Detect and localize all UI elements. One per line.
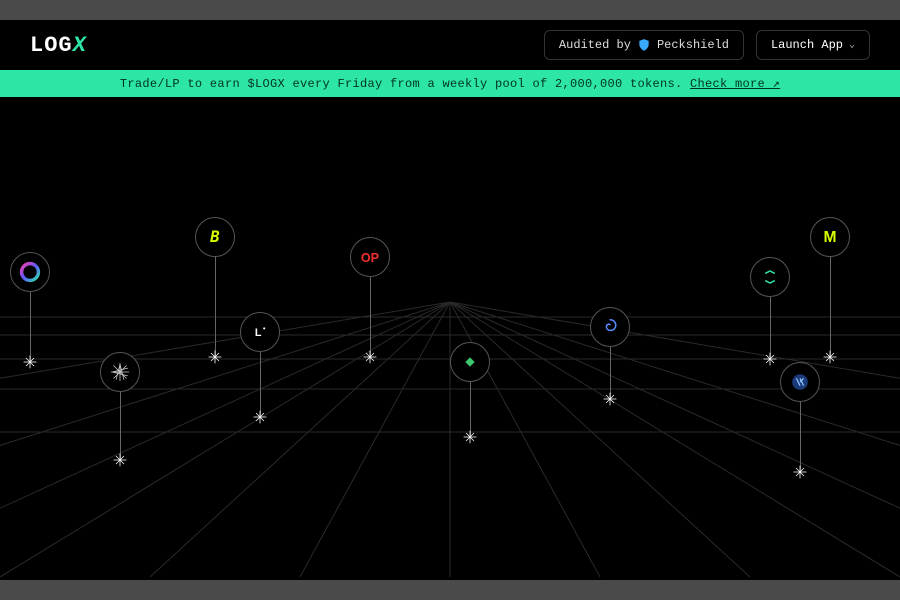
- node-stem: [30, 292, 31, 362]
- chain-node-op: OP: [350, 237, 390, 357]
- banner-text: Trade/LP to earn $LOGX every Friday from…: [120, 77, 683, 91]
- launch-label: Launch App: [771, 38, 843, 52]
- diamond-green-icon[interactable]: [450, 342, 490, 382]
- auditor-name: Peckshield: [657, 38, 729, 52]
- mantle-m-icon[interactable]: M: [810, 217, 850, 257]
- banner-link[interactable]: Check more ↗: [690, 77, 780, 91]
- chain-node-starburst: [100, 352, 140, 460]
- ring-rainbow-icon[interactable]: [10, 252, 50, 292]
- chain-node-swirl: [590, 307, 630, 399]
- audited-prefix: Audited by: [559, 38, 631, 52]
- brand-accent: X: [73, 33, 87, 58]
- svg-text:B: B: [209, 228, 219, 246]
- op-icon[interactable]: OP: [350, 237, 390, 277]
- node-stem: [800, 402, 801, 472]
- chain-node-hex-ll: L: [240, 312, 280, 417]
- chain-node-cube-green: [750, 257, 790, 359]
- shield-blue-icon[interactable]: [780, 362, 820, 402]
- audited-badge[interactable]: Audited by Peckshield: [544, 30, 744, 60]
- chain-node-ring-rainbow: [10, 252, 50, 362]
- swirl-icon[interactable]: [590, 307, 630, 347]
- svg-text:M: M: [824, 229, 837, 246]
- node-stem: [370, 277, 371, 357]
- node-stem: [830, 257, 831, 357]
- chain-node-shield-blue: [780, 362, 820, 472]
- promo-banner: Trade/LP to earn $LOGX every Friday from…: [0, 70, 900, 97]
- svg-text:L: L: [255, 327, 262, 339]
- node-stem: [770, 297, 771, 359]
- brand-name: LOG: [30, 33, 73, 58]
- brand-logo: LOGX: [30, 33, 87, 58]
- header: LOGX Audited by Peckshield Launch App ⌄: [0, 20, 900, 70]
- starburst-icon[interactable]: [100, 352, 140, 392]
- hex-ll-icon[interactable]: L: [240, 312, 280, 352]
- node-stem: [470, 382, 471, 437]
- node-stem: [610, 347, 611, 399]
- hero-stage: B OP M L: [0, 97, 900, 577]
- node-stem: [120, 392, 121, 460]
- chevron-down-icon: ⌄: [849, 39, 855, 51]
- chain-node-mantle-m: M: [810, 217, 850, 357]
- chain-node-diamond-green: [450, 342, 490, 437]
- svg-text:OP: OP: [361, 251, 379, 265]
- launch-app-button[interactable]: Launch App ⌄: [756, 30, 870, 60]
- node-stem: [215, 257, 216, 357]
- cube-green-icon[interactable]: [750, 257, 790, 297]
- node-stem: [260, 352, 261, 417]
- bolt-b-icon[interactable]: B: [195, 217, 235, 257]
- chain-node-bolt-b: B: [195, 217, 235, 357]
- shield-icon: [637, 38, 651, 52]
